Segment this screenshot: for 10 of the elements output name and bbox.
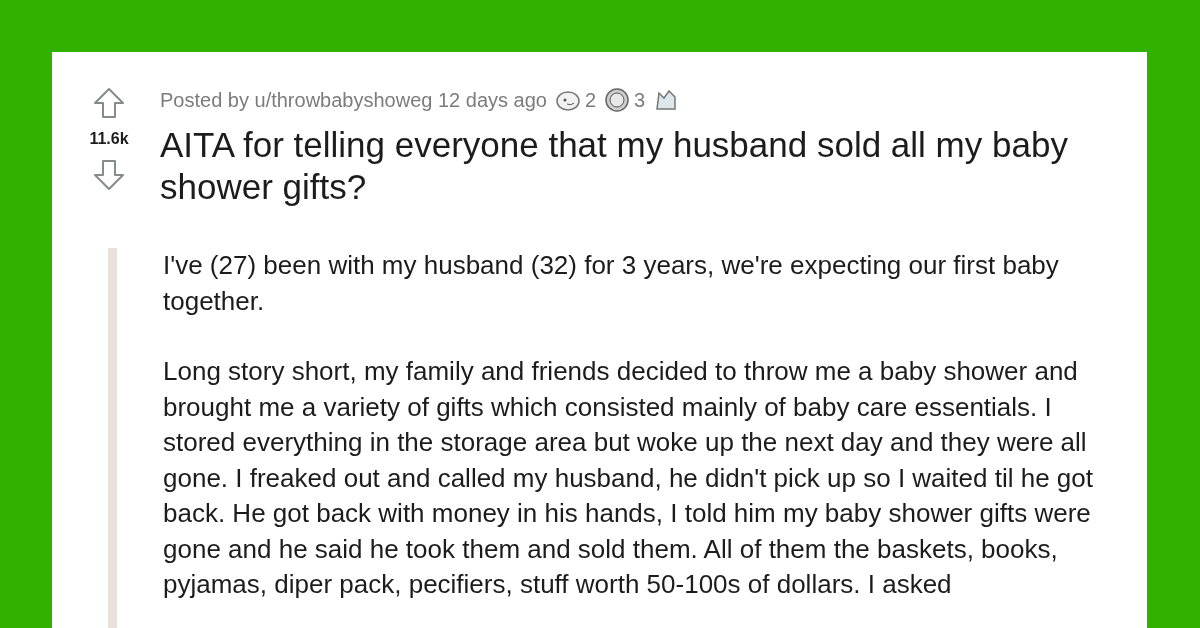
post-byline: Posted by u/throwbabyshoweg 12 days ago [160, 88, 547, 112]
post-paragraph: Long story short, my family and friends decided to throw me a baby shower and brought me a variety of gifts which consisted mainly of baby care essentials. I stored everything in the storage area but woke up the next day and they were all gone. I freaked out and called my husband, he didn't pick up so I waited til he got back. He got back with money in his hands, I told him my baby shower gifts were gone and he said he took them and sold them. All of them the baskets, books, pyjamas, diper pack, pecifiers, stuff worth 50-100s of dollars. I asked [163, 355, 1094, 601]
award-count: 2 [584, 88, 597, 112]
vote-count: 11.6k [89, 130, 129, 148]
downvote-icon[interactable] [92, 158, 126, 192]
post-title: AITA for telling everyone that my husband sold all my baby shower gifts? [160, 124, 1069, 208]
award-count: 3 [634, 88, 646, 112]
coin-award-icon [604, 87, 631, 113]
post-paragraph: I've (27) been with my husband (32) for 3 years, we're expecting our first baby together. [163, 249, 1060, 318]
upvote-icon[interactable] [92, 86, 126, 120]
